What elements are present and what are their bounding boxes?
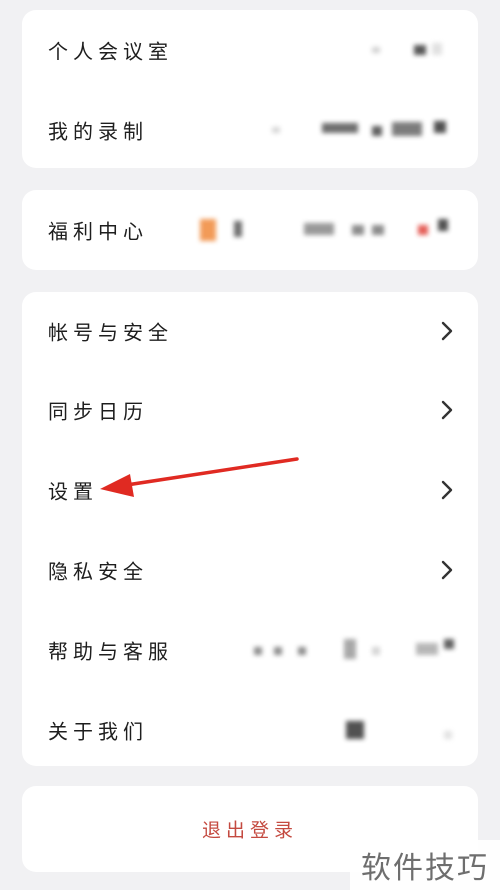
row-label: 个人会议室 <box>48 39 173 64</box>
row-label: 设置 <box>48 479 98 504</box>
section-top: 个人会议室 我的录制 <box>22 10 478 168</box>
row-account-security[interactable]: 帐号与安全 <box>22 292 478 370</box>
row-privacy-security[interactable]: 隐私安全 <box>22 530 478 610</box>
blurred-value <box>372 43 442 55</box>
row-label: 隐私安全 <box>48 559 148 584</box>
blurred-value <box>254 639 454 659</box>
row-help-support[interactable]: 帮助与客服 <box>22 610 478 690</box>
row-label: 关于我们 <box>48 719 148 744</box>
watermark: 软件技巧 <box>350 840 500 890</box>
chevron-right-icon <box>441 560 453 580</box>
row-my-recordings[interactable]: 我的录制 <box>22 90 478 170</box>
chevron-right-icon <box>441 321 453 341</box>
logout-label: 退出登录 <box>201 819 298 842</box>
row-sync-calendar[interactable]: 同步日历 <box>22 370 478 450</box>
section-main: 帐号与安全 同步日历 设置 隐私安全 帮助与客服 关于我们 <box>22 292 478 766</box>
row-label: 福利中心 <box>48 219 148 244</box>
section-welfare: 福利中心 <box>22 190 478 270</box>
row-personal-meeting-room[interactable]: 个人会议室 <box>22 10 478 90</box>
row-label: 帮助与客服 <box>48 639 173 664</box>
blurred-promo-banner <box>200 219 448 241</box>
row-welfare-center[interactable]: 福利中心 <box>22 190 478 270</box>
row-about-us[interactable]: 关于我们 <box>22 690 478 770</box>
settings-screen: 个人会议室 我的录制 福利中心 帐号与安全 同步日历 设置 隐私安全 帮助与客服… <box>0 0 500 890</box>
row-label: 帐号与安全 <box>48 320 173 345</box>
row-label: 我的录制 <box>48 119 148 144</box>
blurred-value <box>346 721 452 739</box>
chevron-right-icon <box>441 480 453 500</box>
chevron-right-icon <box>441 400 453 420</box>
row-label: 同步日历 <box>48 399 148 424</box>
blurred-value <box>272 121 446 136</box>
row-settings[interactable]: 设置 <box>22 450 478 530</box>
watermark-text: 软件技巧 <box>361 851 489 886</box>
